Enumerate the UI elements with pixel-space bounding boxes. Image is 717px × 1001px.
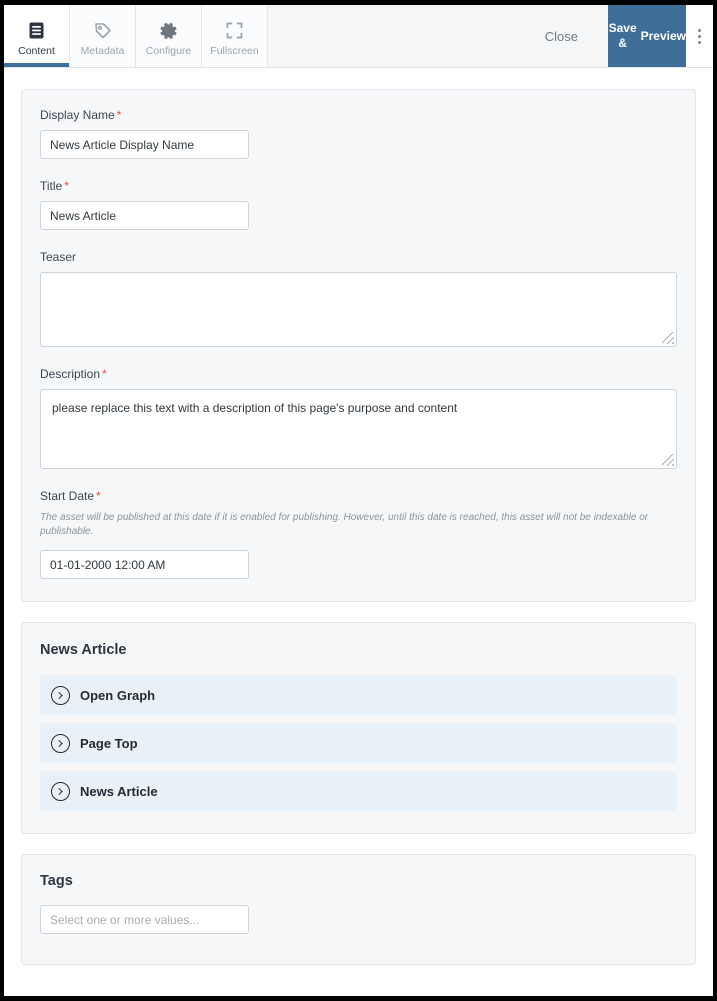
required-asterisk: * <box>96 489 101 503</box>
chevron-right-circle-icon <box>51 733 70 753</box>
editor-window: Content Metadata Configure Fullscreen Cl… <box>0 0 717 1001</box>
accordion-row-open-graph[interactable]: Open Graph <box>40 675 677 715</box>
accordion-label: Open Graph <box>80 687 156 703</box>
accordion-row-news-article[interactable]: News Article <box>40 771 677 811</box>
title-label: Title * <box>40 179 677 194</box>
chevron-right-circle-icon <box>51 685 70 705</box>
content-document-icon <box>29 20 44 42</box>
tag-icon <box>94 20 112 42</box>
tags-input[interactable]: Select one or more values... <box>40 905 249 934</box>
accordion-label: Page Top <box>80 735 138 751</box>
tab-fullscreen-label: Fullscreen <box>210 44 259 57</box>
field-description: Description * please replace this text wi… <box>40 367 677 469</box>
fullscreen-expand-icon <box>226 20 243 42</box>
description-textarea[interactable]: please replace this text with a descript… <box>40 389 677 469</box>
top-toolbar: Content Metadata Configure Fullscreen Cl… <box>4 5 713 68</box>
tab-content[interactable]: Content <box>4 5 70 67</box>
kebab-dot <box>698 40 701 44</box>
gear-icon <box>159 20 178 42</box>
field-title: Title * News Article <box>40 179 677 230</box>
tab-metadata-label: Metadata <box>80 44 125 57</box>
start-date-help-text: The asset will be published at this date… <box>40 512 649 537</box>
description-label-text: Description <box>40 367 101 381</box>
start-date-input[interactable]: 01-01-2000 12:00 AM <box>40 550 249 579</box>
kebab-dot <box>698 34 701 38</box>
save-button-line1: Save & <box>608 21 637 50</box>
field-start-date: Start Date * The asset will be published … <box>40 489 677 579</box>
tab-fullscreen[interactable]: Fullscreen <box>202 5 268 67</box>
kebab-menu-icon[interactable] <box>686 5 713 67</box>
close-button[interactable]: Close <box>535 23 588 50</box>
tab-metadata[interactable]: Metadata <box>70 5 136 67</box>
display-name-label: Display Name * <box>40 108 677 123</box>
save-button-line2: Preview <box>640 28 686 43</box>
tags-card: Tags Select one or more values... <box>21 854 696 965</box>
description-textarea-value: please replace this text with a descript… <box>52 401 458 415</box>
editor-body: Display Name * News Article Display Name … <box>4 68 713 965</box>
display-name-label-text: Display Name <box>40 108 115 122</box>
title-label-text: Title <box>40 179 63 193</box>
field-teaser: Teaser <box>40 250 677 347</box>
tags-card-title: Tags <box>40 873 73 889</box>
start-date-label-text: Start Date <box>40 489 95 503</box>
teaser-textarea[interactable] <box>40 272 677 347</box>
tab-content-label: Content <box>18 44 55 57</box>
kebab-dot <box>698 28 701 32</box>
teaser-label: Teaser <box>40 250 677 265</box>
resize-grip-icon[interactable] <box>662 454 674 466</box>
required-asterisk: * <box>64 179 69 193</box>
news-article-card-title: News Article <box>40 642 127 658</box>
news-article-card: News Article Open Graph Page Top News Ar… <box>21 622 696 834</box>
tab-configure-label: Configure <box>145 44 192 57</box>
field-display-name: Display Name * News Article Display Name <box>40 108 677 159</box>
title-input[interactable]: News Article <box>40 201 249 230</box>
save-and-preview-button[interactable]: Save & Preview <box>608 5 686 67</box>
accordion-label: News Article <box>80 783 158 799</box>
resize-grip-icon[interactable] <box>662 332 674 344</box>
required-asterisk: * <box>116 108 122 122</box>
display-name-input[interactable]: News Article Display Name <box>40 130 249 159</box>
teaser-label-text: Teaser <box>40 250 77 264</box>
tab-configure[interactable]: Configure <box>136 5 202 67</box>
chevron-right-circle-icon <box>51 781 70 801</box>
toolbar-spacer: Close <box>268 5 608 67</box>
description-label: Description * <box>40 367 677 382</box>
accordion-row-page-top[interactable]: Page Top <box>40 723 677 763</box>
required-asterisk: * <box>102 367 107 381</box>
content-fields-card: Display Name * News Article Display Name … <box>21 89 696 602</box>
start-date-label: Start Date * <box>40 489 677 504</box>
